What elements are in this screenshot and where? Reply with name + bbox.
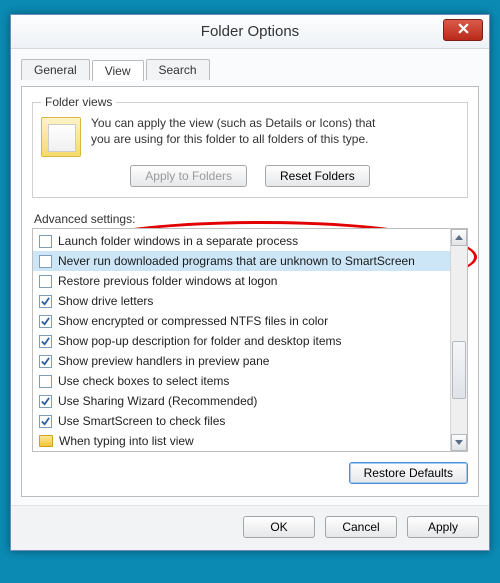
folder-views-legend: Folder views [41,95,116,109]
scroll-up-button[interactable] [451,229,467,246]
scrollbar[interactable] [450,229,467,451]
list-item-label: Use SmartScreen to check files [58,414,225,428]
apply-button[interactable]: Apply [407,516,479,538]
list-item[interactable]: Use check boxes to select items [33,371,450,391]
list-item[interactable]: Show encrypted or compressed NTFS files … [33,311,450,331]
tab-general[interactable]: General [21,59,90,80]
scroll-thumb[interactable] [452,341,466,399]
close-icon [458,13,469,47]
checkbox[interactable] [39,255,52,268]
list-group-header[interactable]: When typing into list view [33,431,450,451]
list-item[interactable]: Show pop-up description for folder and d… [33,331,450,351]
checkbox[interactable] [39,295,52,308]
cancel-button[interactable]: Cancel [325,516,397,538]
list-item-label: Restore previous folder windows at logon [58,274,277,288]
checkbox[interactable] [39,355,52,368]
list-item[interactable]: Show drive letters [33,291,450,311]
list-item[interactable]: Show preview handlers in preview pane [33,351,450,371]
list-item-label: Show encrypted or compressed NTFS files … [58,314,328,328]
checkbox[interactable] [39,235,52,248]
folder-views-description: You can apply the view (such as Details … [91,115,375,147]
list-item-label: When typing into list view [59,434,194,448]
checkbox[interactable] [39,335,52,348]
restore-defaults-button[interactable]: Restore Defaults [349,462,468,484]
list-item[interactable]: Use SmartScreen to check files [33,411,450,431]
advanced-settings-list: Launch folder windows in a separate proc… [32,228,468,452]
checkbox[interactable] [39,415,52,428]
list-item[interactable]: Restore previous folder windows at logon [33,271,450,291]
list-item[interactable]: Launch folder windows in a separate proc… [33,231,450,251]
list-item-label: Never run downloaded programs that are u… [58,254,415,268]
folder-views-group: Folder views You can apply the view (suc… [32,95,468,198]
list-item[interactable]: Use Sharing Wizard (Recommended) [33,391,450,411]
folder-icon [39,435,53,447]
ok-button[interactable]: OK [243,516,315,538]
folder-views-icon [41,117,81,157]
checkbox[interactable] [39,315,52,328]
list-item-label: Use Sharing Wizard (Recommended) [58,394,257,408]
apply-to-folders-button[interactable]: Apply to Folders [130,165,247,187]
chevron-up-icon [455,235,463,240]
scroll-down-button[interactable] [451,434,467,451]
checkbox[interactable] [39,375,52,388]
list-item-label: Show pop-up description for folder and d… [58,334,342,348]
list-item-label: Show preview handlers in preview pane [58,354,269,368]
close-button[interactable] [443,19,483,41]
dialog-footer: OK Cancel Apply [11,505,489,550]
window-title: Folder Options [201,23,299,40]
tabstrip: General View Search [21,59,479,80]
list-item-label: Use check boxes to select items [58,374,229,388]
list-item[interactable]: Never run downloaded programs that are u… [33,251,450,271]
list-item-label: Show drive letters [58,294,153,308]
advanced-settings-label: Advanced settings: [34,212,468,226]
checkbox[interactable] [39,275,52,288]
folder-options-dialog: Folder Options General View Search Folde… [10,14,490,551]
reset-folders-button[interactable]: Reset Folders [265,165,370,187]
tab-search[interactable]: Search [146,59,210,80]
tab-view[interactable]: View [92,60,144,81]
chevron-down-icon [455,440,463,445]
checkbox[interactable] [39,395,52,408]
titlebar: Folder Options [11,15,489,49]
list-item-label: Launch folder windows in a separate proc… [58,234,298,248]
